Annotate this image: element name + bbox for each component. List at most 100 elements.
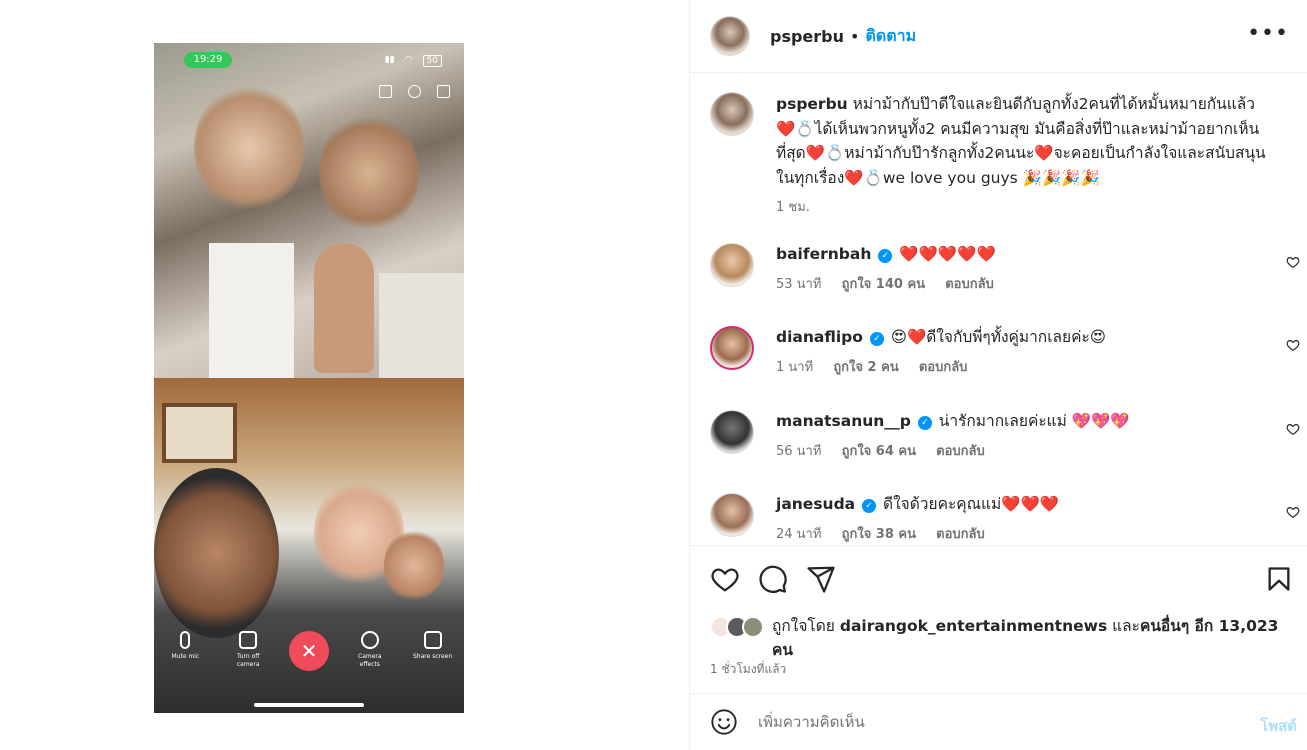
status-bar-icons: ▮▮ ◠ 50 [385,55,442,67]
comment-icon[interactable] [758,564,788,594]
pip-icon[interactable] [379,85,392,98]
call-top-tools [379,85,450,98]
bookmark-icon[interactable] [1265,564,1293,594]
comment-body: dianaflipo ✓ 😍❤️ดีใจกับพี่ๆทั้งคู่มากเลย… [776,326,1276,377]
comment-like-heart-icon[interactable] [1286,505,1300,519]
hand-ring [314,243,374,373]
mic-icon [180,631,191,649]
follow-button[interactable]: ติดตาม [865,24,916,49]
comment-likes[interactable]: ถูกใจ 38 คน [842,527,916,542]
comment-text: น่ารักมากเลยค่ะแม่ 💖💖💖 [938,412,1130,430]
mute-mic-button[interactable]: Mute mic [163,631,207,661]
reply-button[interactable]: ตอบกลับ [936,527,985,542]
comment-like-heart-icon[interactable] [1286,338,1300,352]
clothing-shape [209,243,294,378]
header-separator: • [850,26,860,46]
heart-icon[interactable] [710,564,740,594]
person-photo [384,528,444,603]
end-call-icon: ✕ [300,639,318,663]
battery-icon: 50 [422,55,442,67]
camera-icon [239,631,258,649]
effects-icon [360,631,379,649]
wall-picture [162,403,237,463]
comment-body: janesuda ✓ ดีใจด้วยคะคุณแม่❤️❤️❤️ 24 นาท… [776,493,1276,545]
verified-badge-icon: ✓ [869,332,884,346]
caption-username[interactable]: psperbu [776,95,848,113]
comment-likes[interactable]: ถูกใจ 64 คน [842,444,916,459]
post-header: psperbu • ติดตาม ••• [690,0,1307,73]
caption-time: 1 ชม. [776,200,810,215]
post-comment-button[interactable]: โพสต์ [1260,714,1297,738]
post-side-panel: psperbu • ติดตาม ••• psperbu หม่าม้ากับป… [690,0,1307,750]
comment-meta: 1 นาที ถูกใจ 2 คน ตอบกลับ [776,356,1276,377]
author-username[interactable]: psperbu [770,27,844,46]
comment-avatar[interactable] [710,326,754,370]
comment-username[interactable]: baifernbah [776,245,871,263]
verified-badge-icon: ✓ [878,249,893,263]
comment-meta: 53 นาที ถูกใจ 140 คน ตอบกลับ [776,273,1276,294]
person-photo [194,83,304,213]
verified-badge-icon: ✓ [862,499,877,513]
wifi-icon: ◠ [404,55,413,65]
comment-username[interactable]: dianaflipo [776,328,863,346]
comment-body: manatsanun__p ✓ น่ารักมากเลยค่ะแม่ 💖💖💖 5… [776,410,1276,461]
likes-summary: ถูกใจโดย dairangok_entertainmentnews และ… [710,614,1290,662]
signal-icon: ▮▮ [384,55,395,65]
liker-username[interactable]: dairangok_entertainmentnews [840,617,1107,635]
comment-meta: 24 นาที ถูกใจ 38 คน ตอบกลับ [776,523,1276,544]
comment-time: 1 นาที [776,360,814,375]
comment-text: ❤️❤️❤️❤️❤️ [899,245,996,263]
author-avatar[interactable] [710,16,750,56]
post-media[interactable]: 19:29 ▮▮ ◠ 50 Mute mic Turn off camera ✕… [0,0,689,750]
comment-item: dianaflipo ✓ 😍❤️ดีใจกับพี่ๆทั้งคู่มากเลย… [710,326,1300,377]
comment-avatar[interactable] [710,410,754,454]
camera-effects-button[interactable]: Camera effects [348,631,392,669]
add-comment-bar: เพิ่มความคิดเห็น โพสต์ [690,693,1307,750]
comment-username[interactable]: janesuda [776,495,855,513]
instagram-post-page: 19:29 ▮▮ ◠ 50 Mute mic Turn off camera ✕… [0,0,1307,750]
comment-text: ดีใจด้วยคะคุณแม่❤️❤️❤️ [883,495,1060,513]
layout-icon[interactable] [437,85,450,98]
comment-text: 😍❤️ดีใจกับพี่ๆทั้งคู่มากเลยค่ะ😍 [890,328,1106,346]
reply-button[interactable]: ตอบกลับ [936,444,985,459]
share-screen-button[interactable]: Share screen [411,631,455,661]
emoji-icon[interactable] [710,708,738,736]
comment-time: 53 นาที [776,277,822,292]
comment-item: baifernbah ✓ ❤️❤️❤️❤️❤️ 53 นาที ถูกใจ 14… [710,243,1300,294]
liker-avatar[interactable] [742,616,764,638]
comment-username[interactable]: manatsanun__p [776,412,911,430]
comment-likes[interactable]: ถูกใจ 140 คน [842,277,925,292]
turn-off-camera-button[interactable]: Turn off camera [226,631,270,669]
comment-avatar[interactable] [710,243,754,287]
more-options-icon[interactable]: ••• [1247,23,1289,45]
caption-avatar[interactable] [710,92,754,136]
home-indicator [254,703,364,707]
send-icon[interactable] [806,564,836,594]
comment-time: 24 นาที [776,527,822,542]
comment-item: janesuda ✓ ดีใจด้วยคะคุณแม่❤️❤️❤️ 24 นาท… [710,493,1300,545]
likes-text: ถูกใจโดย dairangok_entertainmentnews และ… [772,617,1279,659]
comment-avatar[interactable] [710,493,754,537]
end-call-button[interactable]: ✕ [288,631,329,671]
comment-meta: 56 นาที ถูกใจ 64 คน ตอบกลับ [776,440,1276,461]
reply-button[interactable]: ตอบกลับ [945,277,994,292]
comment-time: 56 นาที [776,444,822,459]
call-controls: Mute mic Turn off camera ✕ Camera effect… [154,623,464,713]
status-time: 19:29 [184,52,232,68]
post-timestamp[interactable]: 1 ชั่วโมงที่แล้ว [710,660,786,679]
video-call-screenshot: 19:29 ▮▮ ◠ 50 Mute mic Turn off camera ✕… [154,43,464,713]
comment-like-heart-icon[interactable] [1286,422,1300,436]
verified-badge-icon: ✓ [917,416,932,430]
post-actions: ถูกใจโดย dairangok_entertainmentnews และ… [690,545,1307,693]
comment-like-heart-icon[interactable] [1286,255,1300,269]
bookmark-button[interactable] [1265,564,1293,594]
person-photo [154,468,279,638]
caption-body: psperbu หม่าม้ากับป๊าดีใจและยินดีกับลูกท… [776,92,1276,221]
comment-item: manatsanun__p ✓ น่ารักมากเลยค่ะแม่ 💖💖💖 5… [710,410,1300,461]
share-screen-icon [423,631,442,649]
clothing-shape [379,273,464,378]
flip-camera-icon[interactable] [408,85,421,98]
comment-likes[interactable]: ถูกใจ 2 คน [833,360,898,375]
comment-input[interactable]: เพิ่มความคิดเห็น [758,710,865,734]
reply-button[interactable]: ตอบกลับ [919,360,968,375]
